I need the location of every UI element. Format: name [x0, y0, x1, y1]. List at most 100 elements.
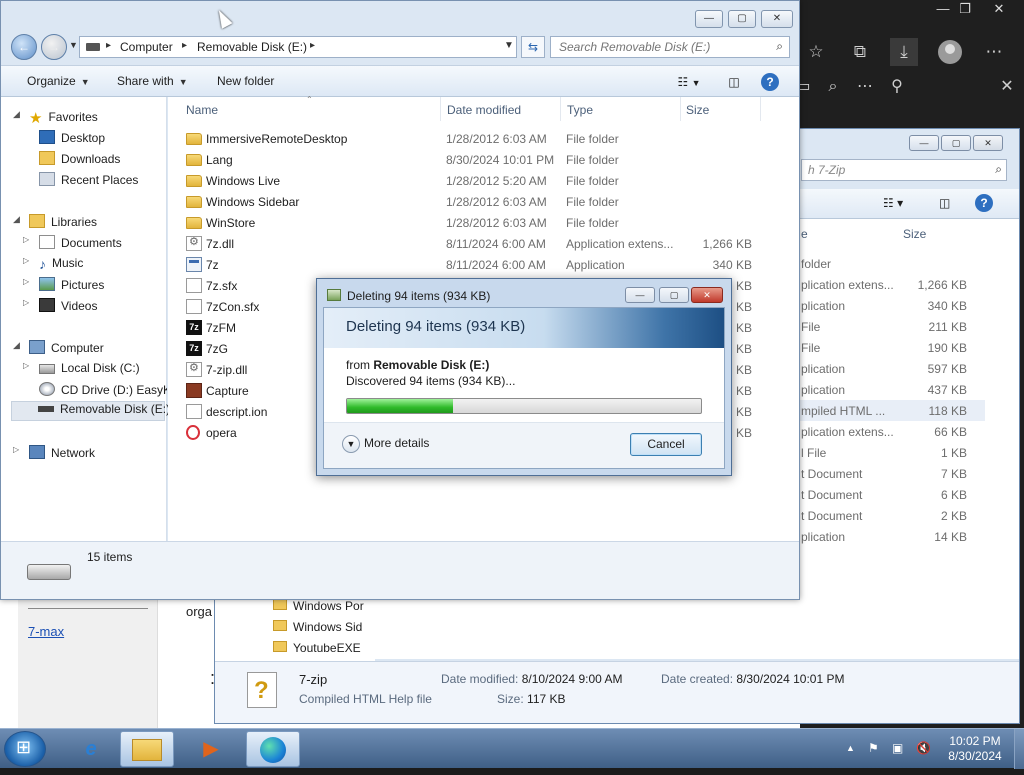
- close-panel-icon[interactable]: ✕: [994, 74, 1020, 100]
- documents-icon: [39, 235, 55, 249]
- column-header-name[interactable]: Name: [186, 103, 218, 117]
- forward-button[interactable]: →: [41, 34, 67, 60]
- action-center-flag-icon[interactable]: ⚑: [868, 741, 879, 755]
- size-column-header[interactable]: Size: [903, 227, 926, 241]
- recent-pages-chevron-icon[interactable]: ▼: [69, 40, 78, 50]
- breadcrumb-computer[interactable]: Computer: [120, 40, 173, 54]
- more-icon[interactable]: ⋯: [852, 74, 878, 100]
- close-button[interactable]: ✕: [691, 287, 723, 303]
- collections-icon[interactable]: ⧉: [846, 38, 874, 66]
- maximize-button[interactable]: ▢: [659, 287, 689, 303]
- system-clock[interactable]: 10:02 PM 8/30/2024: [940, 734, 1010, 764]
- nav-downloads[interactable]: Downloads: [39, 151, 120, 171]
- file-row[interactable]: Lang 8/30/2024 10:01 PM File folder: [168, 149, 768, 170]
- column-divider[interactable]: [760, 97, 761, 121]
- search-input[interactable]: [557, 38, 767, 56]
- web-link[interactable]: 7-max: [28, 624, 64, 639]
- profile-avatar[interactable]: [938, 40, 962, 64]
- favorites-star-icon[interactable]: ☆: [802, 38, 830, 66]
- maximize-button[interactable]: ▢: [728, 10, 756, 28]
- search-box[interactable]: ⌕: [550, 36, 790, 58]
- view-options-icon[interactable]: ☷ ▾: [883, 196, 903, 210]
- volume-muted-icon[interactable]: 🔇: [916, 741, 931, 755]
- help-icon[interactable]: ?: [761, 73, 779, 91]
- network-status-icon[interactable]: ▣: [892, 741, 903, 755]
- file-row[interactable]: Windows Sidebar 1/28/2012 6:03 AM File fol…: [168, 191, 768, 212]
- folder-icon: [273, 620, 287, 631]
- browser-restore-button[interactable]: ❐: [948, 0, 982, 20]
- file-name: opera: [206, 426, 237, 440]
- downloads-icon[interactable]: ⤓: [890, 38, 918, 66]
- nav-recent-places[interactable]: Recent Places: [39, 172, 138, 192]
- drive-icon: [86, 43, 100, 51]
- column-header-size[interactable]: Size: [686, 103, 709, 117]
- nav-network[interactable]: ▷ Network: [13, 445, 95, 465]
- nav-music[interactable]: ▷ ♪ Music: [23, 256, 83, 276]
- minimize-button[interactable]: —: [909, 135, 939, 151]
- maximize-button[interactable]: ▢: [941, 135, 971, 151]
- column-divider[interactable]: [440, 97, 441, 121]
- nav-favorites[interactable]: ◢ ★ Favorites: [13, 109, 98, 129]
- nav-local-disk[interactable]: ▷ Local Disk (C:): [23, 361, 140, 381]
- address-bar[interactable]: ▸ Computer ▸ Removable Disk (E:) ▸ ▼: [79, 36, 517, 58]
- breadcrumb-separator[interactable]: ▸: [182, 40, 187, 51]
- nav-computer[interactable]: ◢ Computer: [13, 340, 104, 360]
- delete-progress-dialog[interactable]: Deleting 94 items (934 KB) — ▢ ✕ Deletin…: [316, 278, 732, 476]
- nav-documents[interactable]: ▷ Documents: [23, 235, 122, 255]
- breadcrumb-removable-disk[interactable]: Removable Disk (E:): [197, 40, 307, 54]
- nav-removable-disk[interactable]: Removable Disk (E:): [11, 401, 170, 421]
- close-button[interactable]: ✕: [761, 10, 793, 28]
- internet-explorer-icon[interactable]: e: [64, 731, 118, 767]
- minimize-button[interactable]: —: [625, 287, 655, 303]
- breadcrumb-separator[interactable]: ▸: [106, 40, 111, 51]
- find-icon[interactable]: ⌕: [820, 74, 846, 100]
- nav-cd-drive[interactable]: CD Drive (D:) EasyKMS: [39, 382, 167, 402]
- file-row[interactable]: WinStore 1/28/2012 6:03 AM File folder: [168, 212, 768, 233]
- column-header-type[interactable]: Type: [567, 103, 593, 117]
- view-options-icon[interactable]: ☷ ▼: [669, 72, 709, 92]
- nav-desktop[interactable]: Desktop: [39, 130, 105, 150]
- file-row[interactable]: ImmersiveRemoteDesktop 1/28/2012 6:03 AM F…: [168, 128, 768, 149]
- column-header-date[interactable]: Date modified: [447, 103, 521, 117]
- file-row[interactable]: 7z.dll 8/11/2024 6:00 AM Application exten…: [168, 233, 768, 254]
- show-desktop-button[interactable]: [1014, 729, 1024, 769]
- preview-pane-icon[interactable]: ◫: [939, 196, 950, 210]
- type-column-header[interactable]: e: [801, 227, 808, 241]
- start-button[interactable]: [4, 731, 46, 767]
- back-button[interactable]: ←: [11, 34, 37, 60]
- organize-menu[interactable]: Organize ▼: [27, 74, 90, 88]
- tree-item[interactable]: Windows Sid: [273, 620, 362, 638]
- browser-close-button[interactable]: ✕: [982, 0, 1016, 20]
- file-date: 8/11/2024 6:00 AM: [446, 237, 546, 251]
- share-with-menu[interactable]: Share with ▼: [117, 74, 188, 88]
- tree-item[interactable]: Windows Por: [273, 599, 364, 617]
- show-hidden-icons-icon[interactable]: ▲: [846, 743, 855, 753]
- nav-pictures[interactable]: ▷ Pictures: [23, 277, 104, 297]
- nav-videos[interactable]: ▷ Videos: [23, 298, 97, 318]
- file-row[interactable]: Windows Live 1/28/2012 5:20 AM File folder: [168, 170, 768, 191]
- address-dropdown-icon[interactable]: ▼: [504, 40, 514, 51]
- nav-libraries[interactable]: ◢ Libraries: [13, 214, 97, 234]
- media-player-icon[interactable]: ▶: [184, 731, 238, 767]
- cancel-button[interactable]: Cancel: [630, 433, 702, 456]
- search-input[interactable]: h 7-Zip ⌕: [801, 159, 1007, 181]
- help-icon[interactable]: ?: [975, 194, 993, 212]
- edge-browser-taskbar-button[interactable]: [246, 731, 300, 767]
- pin-icon[interactable]: ⚲: [884, 74, 910, 100]
- new-folder-button[interactable]: New folder: [217, 74, 274, 88]
- file-explorer-taskbar-button[interactable]: [120, 731, 174, 767]
- chevron-down-icon[interactable]: ▼: [342, 435, 360, 453]
- preview-pane-icon[interactable]: ◫: [723, 72, 745, 92]
- more-menu-icon[interactable]: ⋯: [980, 38, 1008, 66]
- column-divider[interactable]: [560, 97, 561, 121]
- column-divider[interactable]: [680, 97, 681, 121]
- minimize-button[interactable]: —: [695, 10, 723, 28]
- more-details-toggle[interactable]: ▼ More details: [342, 435, 429, 453]
- refresh-button[interactable]: ⇆: [521, 36, 545, 58]
- breadcrumb-separator[interactable]: ▸: [310, 40, 315, 51]
- tree-item[interactable]: YoutubeEXE: [273, 641, 361, 659]
- file-row[interactable]: 7z 8/11/2024 6:00 AM Application 340 KB: [168, 254, 768, 275]
- search-icon[interactable]: ⌕: [776, 39, 783, 54]
- close-button[interactable]: ✕: [973, 135, 1003, 151]
- file-date: 1/28/2012 6:03 AM: [446, 195, 547, 209]
